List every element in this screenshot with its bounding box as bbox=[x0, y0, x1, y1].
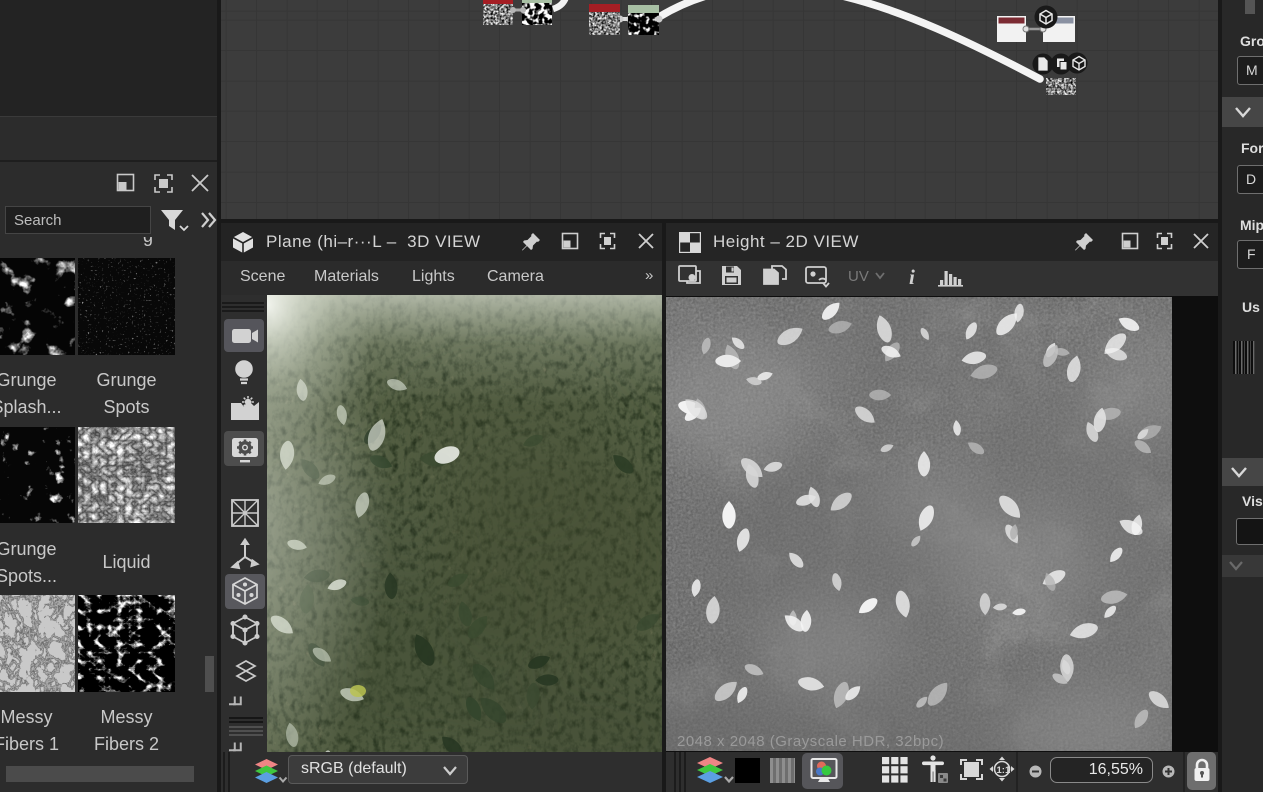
svg-text:i: i bbox=[909, 265, 915, 289]
svg-text:1:1: 1:1 bbox=[997, 765, 1011, 776]
svg-text:UV: UV bbox=[848, 268, 869, 285]
